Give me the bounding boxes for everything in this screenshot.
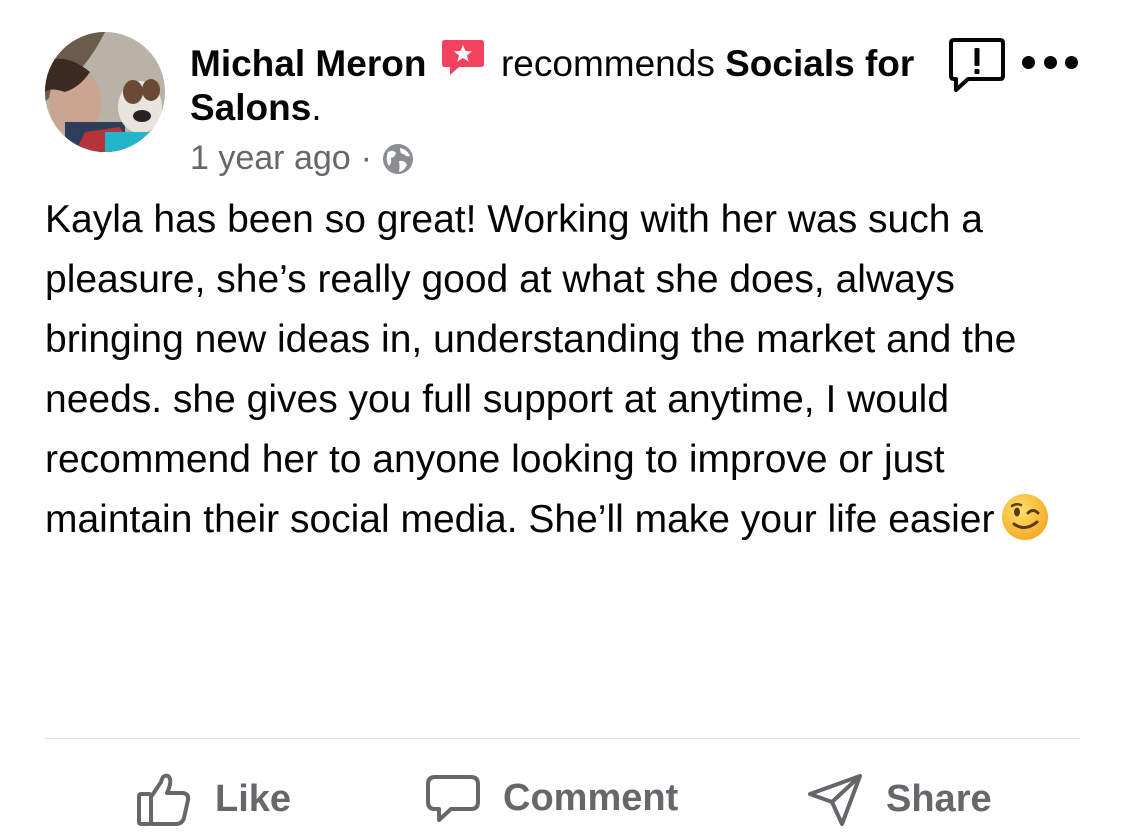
- more-dot: [1043, 55, 1057, 69]
- post-meta: 1 year ago ·: [190, 136, 414, 180]
- more-options-icon[interactable]: [1022, 52, 1078, 72]
- comment-label: Comment: [503, 776, 679, 819]
- recommend-icon: [441, 38, 485, 78]
- share-icon: [808, 774, 862, 826]
- post-timestamp[interactable]: 1 year ago: [190, 136, 351, 180]
- like-button[interactable]: Like: [135, 770, 291, 828]
- post-body: Kayla has been so great! Working with he…: [45, 190, 1055, 550]
- action-bar: Like Comment Share: [0, 762, 1125, 837]
- page-suffix: .: [311, 87, 322, 128]
- divider: [45, 738, 1080, 739]
- comment-button[interactable]: Comment: [425, 770, 678, 826]
- post-body-text: Kayla has been so great! Working with he…: [45, 198, 1017, 541]
- like-label: Like: [215, 777, 292, 820]
- meta-separator: ·: [360, 139, 372, 177]
- report-icon[interactable]: [948, 36, 1006, 94]
- more-dot: [1065, 55, 1078, 69]
- author-avatar[interactable]: [45, 32, 165, 152]
- author-name[interactable]: Michal Meron: [190, 43, 426, 84]
- share-button[interactable]: Share: [806, 770, 992, 828]
- thumbs-up-icon: [137, 773, 191, 826]
- post-header: Michal Meron recommends Socials for Salo…: [190, 38, 930, 130]
- globe-icon: [382, 142, 414, 174]
- share-label: Share: [886, 777, 992, 820]
- recommends-verb: recommends: [500, 43, 715, 84]
- more-dot: [1022, 55, 1035, 69]
- comment-icon: [426, 775, 480, 822]
- winking-face-emoji: [1000, 492, 1050, 542]
